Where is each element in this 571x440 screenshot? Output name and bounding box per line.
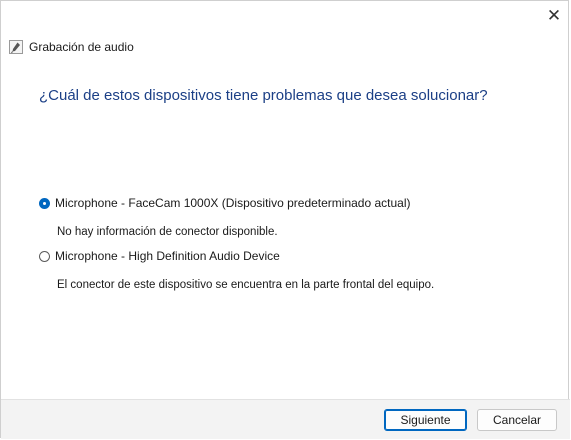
device-option-label: Microphone - FaceCam 1000X (Dispositivo … xyxy=(55,196,411,210)
dialog-footer: Siguiente Cancelar xyxy=(1,399,570,439)
device-option-facecam[interactable]: Microphone - FaceCam 1000X (Dispositivo … xyxy=(39,196,411,210)
device-option-hd-audio[interactable]: Microphone - High Definition Audio Devic… xyxy=(39,249,280,263)
cancel-button[interactable]: Cancelar xyxy=(477,409,557,431)
troubleshooter-window: ✕ Grabación de audio ¿Cuál de estos disp… xyxy=(0,0,570,439)
radio-button-checked[interactable] xyxy=(39,197,50,209)
device-description: El conector de este dispositivo se encue… xyxy=(57,279,435,291)
device-description: No hay información de conector disponibl… xyxy=(57,226,278,238)
next-button[interactable]: Siguiente xyxy=(384,409,467,431)
close-icon: ✕ xyxy=(546,6,562,25)
radio-button[interactable] xyxy=(39,250,50,262)
page-title: ¿Cuál de estos dispositivos tiene proble… xyxy=(39,87,488,104)
wizard-title: Grabación de audio xyxy=(29,40,134,54)
device-option-label: Microphone - High Definition Audio Devic… xyxy=(55,249,280,263)
wizard-header: Grabación de audio xyxy=(9,38,134,56)
microphone-wizard-icon xyxy=(9,40,23,54)
close-button[interactable]: ✕ xyxy=(541,5,567,27)
